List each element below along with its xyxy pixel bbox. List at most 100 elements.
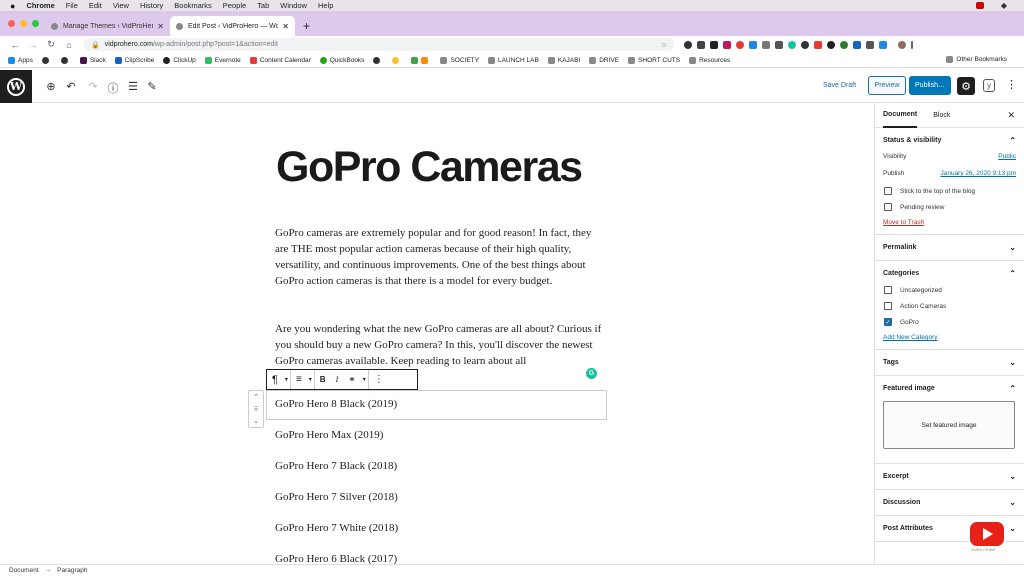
grammarly-icon[interactable]: G	[586, 368, 597, 379]
extension-icon[interactable]	[697, 40, 705, 49]
list-item[interactable]: GoPro Hero 7 White (2018)	[275, 522, 398, 534]
bookmark-drive[interactable]: DRIVE	[589, 56, 619, 64]
extension-icon[interactable]	[710, 40, 718, 49]
chevron-down-icon[interactable]: ▾	[283, 370, 290, 389]
bookmark-evernote[interactable]: Evernote	[204, 56, 241, 64]
menu-tab[interactable]: Tab	[257, 1, 269, 10]
bookmark-resources[interactable]: Resources	[689, 56, 730, 64]
bookmark-item[interactable]	[411, 56, 431, 64]
panel-header[interactable]: Featured image ⌃	[883, 376, 1016, 401]
checkbox-checked[interactable]: ✓	[884, 318, 892, 326]
dropbox-icon[interactable]: ◆	[1001, 1, 1007, 10]
set-featured-image-button[interactable]: Set featured image	[883, 401, 1015, 449]
menu-window[interactable]: Window	[280, 1, 307, 10]
maximize-window-icon[interactable]	[32, 20, 39, 27]
breadcrumb-paragraph[interactable]: Paragraph	[57, 567, 87, 574]
apple-icon[interactable]: ●	[10, 1, 15, 11]
menu-icon[interactable]	[911, 40, 913, 49]
extension-icon[interactable]	[684, 40, 692, 49]
breadcrumb-document[interactable]: Document	[9, 567, 39, 574]
close-icon[interactable]: ✕	[1007, 110, 1015, 121]
bookmark-society[interactable]: SOCIETY	[440, 56, 479, 64]
extension-icon[interactable]	[788, 40, 796, 49]
profile-avatar-icon[interactable]	[898, 40, 906, 49]
tools-pencil-icon[interactable]: ✎	[145, 80, 159, 93]
info-icon[interactable]: ⓘ	[106, 80, 120, 96]
extension-icon[interactable]	[762, 40, 770, 49]
menu-history[interactable]: History	[140, 1, 163, 10]
status-icon[interactable]	[975, 2, 984, 9]
bookmark-quickbooks[interactable]: QuickBooks	[319, 56, 364, 64]
wordpress-logo[interactable]: W	[0, 70, 32, 103]
bookmark-item[interactable]	[60, 56, 71, 64]
list-item[interactable]: GoPro Hero 7 Silver (2018)	[275, 491, 398, 503]
publish-button[interactable]: Publish…	[909, 76, 951, 95]
bookmark-slack[interactable]: Slack	[79, 56, 106, 64]
extension-icon[interactable]	[749, 40, 757, 49]
move-up-icon[interactable]: ⌃	[253, 393, 259, 401]
bold-button[interactable]: B	[315, 370, 331, 389]
pending-review-checkbox[interactable]: Pending review	[883, 203, 1016, 211]
bookmark-item[interactable]	[392, 56, 402, 64]
home-icon[interactable]: ⌂	[62, 40, 76, 50]
checkbox[interactable]	[884, 203, 892, 211]
category-checkbox[interactable]: ✓ GoPro	[883, 318, 1016, 326]
undo-icon[interactable]: ↶	[64, 80, 78, 93]
youtube-subscribe-button[interactable]	[970, 522, 1004, 546]
extension-icon[interactable]	[814, 40, 822, 49]
panel-header[interactable]: Status & visibility ⌃	[883, 128, 1016, 153]
bookmark-short-cuts[interactable]: SHORT CUTS	[628, 56, 680, 64]
paragraph-block[interactable]: GoPro cameras are extremely popular and …	[275, 225, 605, 305]
menu-edit[interactable]: Edit	[89, 1, 102, 10]
menu-help[interactable]: Help	[318, 1, 333, 10]
bookmark-content-calendar[interactable]: Content Calendar	[249, 56, 311, 64]
add-new-category-link[interactable]: Add New Category	[883, 334, 1016, 341]
extension-icon[interactable]	[853, 40, 861, 49]
bookmark-launch-lab[interactable]: LAUNCH LAB	[487, 56, 539, 64]
menu-app[interactable]: Chrome	[26, 1, 54, 10]
italic-button[interactable]: I	[331, 370, 344, 389]
panel-header[interactable]: Excerpt ⌄	[883, 464, 1016, 489]
reload-icon[interactable]: ↻	[44, 39, 58, 50]
list-item[interactable]: GoPro Hero 6 Black (2017)	[275, 553, 397, 564]
panel-header[interactable]: Discussion ⌄	[883, 490, 1016, 515]
bookmark-star-icon[interactable]: ☆	[661, 41, 667, 49]
chevron-down-icon[interactable]: ▾	[307, 370, 314, 389]
extension-icon[interactable]	[775, 40, 783, 49]
back-icon[interactable]: ←	[8, 40, 22, 50]
drag-handle-icon[interactable]: ⠿	[254, 406, 258, 413]
panel-header[interactable]: Categories ⌃	[883, 261, 1016, 286]
list-item[interactable]: GoPro Hero Max (2019)	[275, 429, 383, 441]
bookmark-clipscribe[interactable]: ClipScribe	[114, 56, 154, 64]
new-tab-icon[interactable]: +	[303, 19, 310, 33]
move-down-icon[interactable]: ⌄	[253, 417, 259, 425]
tab-edit-post[interactable]: Edit Post ‹ VidProHero — WordP ✕	[170, 16, 295, 36]
bookmark-kajabi[interactable]: KAJABI	[547, 56, 580, 64]
extension-icon[interactable]	[879, 40, 887, 49]
visibility-link[interactable]: Public	[998, 153, 1016, 160]
tab-manage-themes[interactable]: Manage Themes ‹ VidProHero — ✕	[45, 16, 170, 36]
bookmark-other[interactable]: Other Bookmarks	[946, 56, 1007, 63]
extension-icon[interactable]	[723, 40, 731, 49]
post-title[interactable]: GoPro Cameras	[276, 143, 636, 192]
add-block-icon[interactable]: ⊕	[44, 80, 58, 93]
more-block-options-icon[interactable]: ⋮	[369, 370, 389, 389]
publish-date-link[interactable]: January 26, 2020 9:13 pm	[940, 170, 1016, 177]
move-to-trash-link[interactable]: Move to Trash	[883, 219, 1016, 226]
menu-file[interactable]: File	[66, 1, 78, 10]
checkbox[interactable]	[884, 187, 892, 195]
extension-icon[interactable]	[736, 40, 744, 49]
bookmark-apps[interactable]: Apps	[8, 56, 33, 64]
category-checkbox[interactable]: Uncategorized	[883, 286, 1016, 294]
list-item[interactable]: GoPro Hero 7 Black (2018)	[275, 460, 397, 472]
close-tab-icon[interactable]: ✕	[157, 22, 164, 31]
preview-button[interactable]: Preview	[868, 76, 906, 95]
chevron-down-icon[interactable]: ▾	[361, 370, 368, 389]
yoast-icon[interactable]: y	[983, 79, 995, 92]
close-window-icon[interactable]	[8, 20, 15, 27]
more-options-icon[interactable]: ⋮	[1006, 78, 1017, 91]
minimize-window-icon[interactable]	[20, 20, 27, 27]
menu-people[interactable]: People	[223, 1, 246, 10]
align-icon[interactable]: ≡	[291, 370, 307, 389]
paragraph-type-icon[interactable]: ¶	[267, 370, 283, 389]
